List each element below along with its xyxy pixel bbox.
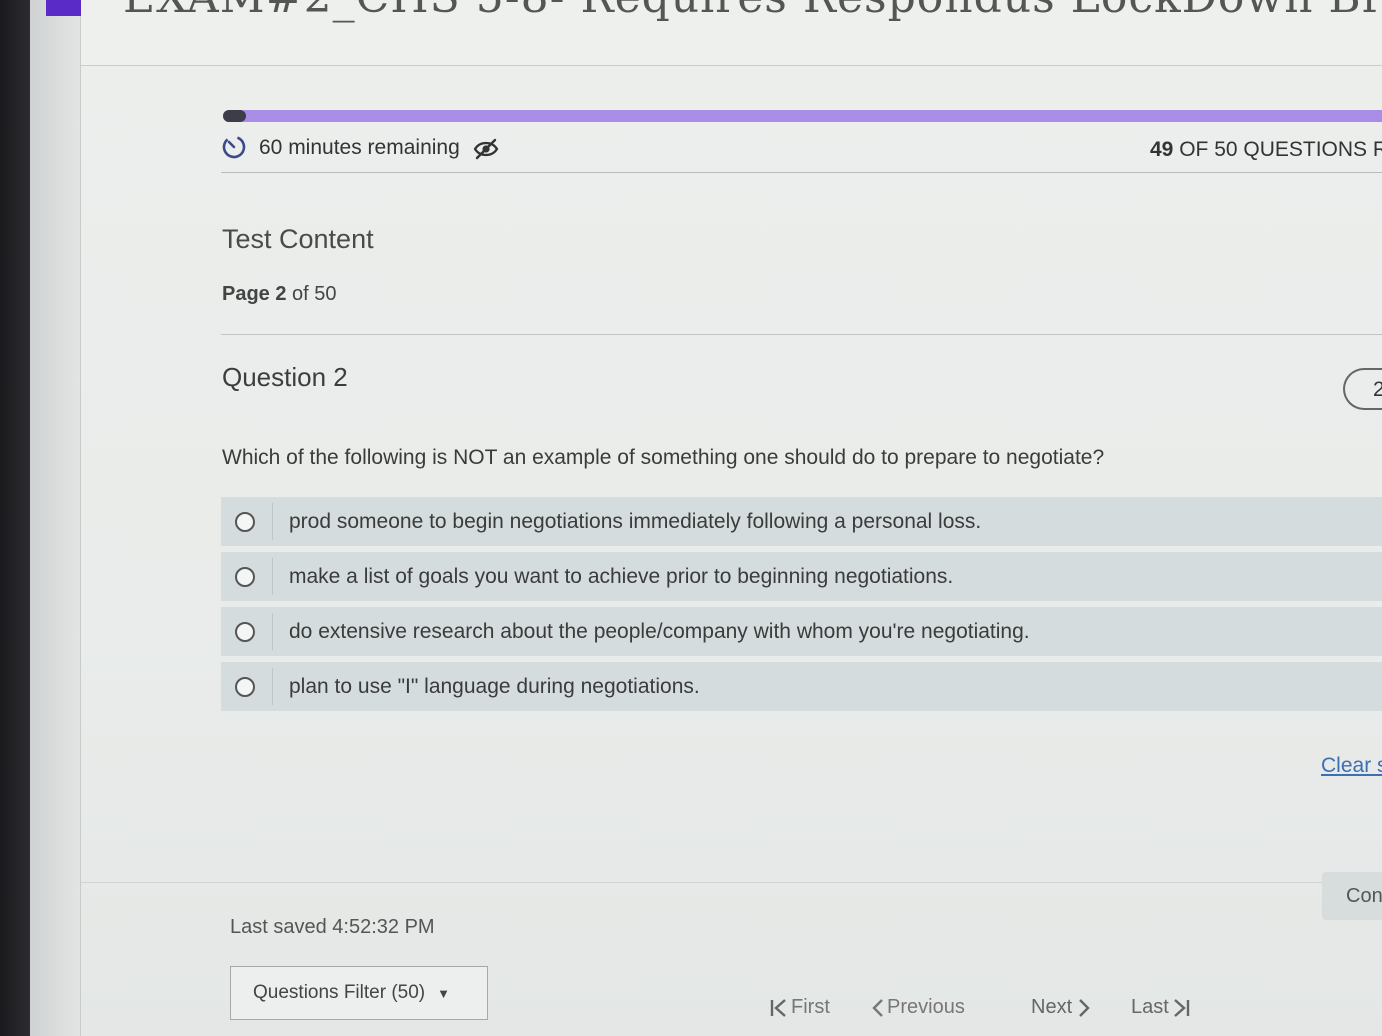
question-title: Question 2 xyxy=(222,362,348,392)
answer-label: make a list of goals you want to achieve… xyxy=(289,564,954,588)
radio-button[interactable] xyxy=(235,676,255,697)
separator xyxy=(272,503,273,540)
separator xyxy=(272,613,273,650)
answer-label: prod someone to begin negotiations immed… xyxy=(289,509,982,533)
answer-option-2[interactable]: make a list of goals you want to achieve… xyxy=(221,552,1382,601)
last-icon xyxy=(1174,998,1190,1017)
screen-bezel xyxy=(0,0,30,1036)
clear-selection-link[interactable]: Clear selection xyxy=(1321,754,1382,778)
radio-button[interactable] xyxy=(235,621,255,642)
answer-option-1[interactable]: prod someone to begin negotiations immed… xyxy=(221,497,1382,546)
questions-remaining-label: OF 50 QUESTIONS RE xyxy=(1173,138,1382,161)
continue-button[interactable]: Continue xyxy=(1322,872,1382,920)
last-page-button[interactable]: Last xyxy=(1131,996,1193,1019)
window-title-bar: EXAM#2_CHS 5-8- Requires Respondus LockD… xyxy=(81,0,1382,66)
caret-down-icon: ▼ xyxy=(437,985,450,1001)
previous-label: Previous xyxy=(887,996,965,1018)
page-indicator: Page 2 of 50 xyxy=(222,283,337,306)
chevron-right-icon xyxy=(1079,998,1090,1017)
points-badge: 2 xyxy=(1343,368,1382,410)
questions-filter-button[interactable]: Questions Filter (50) ▼ xyxy=(230,966,488,1020)
divider xyxy=(221,334,1382,335)
exam-page: EXAM#2_CHS 5-8- Requires Respondus LockD… xyxy=(81,0,1382,1036)
radio-button[interactable] xyxy=(235,511,255,532)
footer-divider xyxy=(81,882,1382,883)
answer-option-3[interactable]: do extensive research about the people/c… xyxy=(221,607,1382,656)
chevron-left-icon xyxy=(872,998,883,1017)
separator xyxy=(272,558,273,595)
next-label: Next xyxy=(1031,996,1073,1018)
radio-button[interactable] xyxy=(235,566,255,587)
window-title: EXAM#2_CHS 5-8- Requires Respondus LockD… xyxy=(123,0,1382,23)
last-label: Last xyxy=(1131,996,1169,1018)
answer-label: plan to use "I" language during negotiat… xyxy=(289,674,700,698)
hide-timer-icon[interactable] xyxy=(473,138,499,160)
exam-progress-bar xyxy=(223,110,1382,122)
section-title: Test Content xyxy=(222,224,374,254)
first-label: First xyxy=(791,996,830,1018)
timer-icon xyxy=(222,135,246,159)
page-current: 2 xyxy=(275,283,287,305)
questions-filter-label: Questions Filter (50) xyxy=(253,982,426,1003)
page-label: Page xyxy=(222,283,270,305)
separator xyxy=(272,668,273,705)
questions-remaining-count: 49 xyxy=(1150,138,1174,161)
answer-option-4[interactable]: plan to use "I" language during negotiat… xyxy=(221,662,1382,711)
last-saved-status: Last saved 4:52:32 PM xyxy=(230,916,435,938)
previous-page-button[interactable]: Previous xyxy=(869,996,965,1019)
first-page-button[interactable]: First xyxy=(769,996,830,1019)
exam-progress-fill xyxy=(223,110,247,122)
next-page-button[interactable]: Next xyxy=(1031,996,1094,1019)
questions-remaining: 49 OF 50 QUESTIONS RE xyxy=(1150,138,1382,162)
question-text: Which of the following is NOT an example… xyxy=(222,446,1105,469)
status-row: 60 minutes remaining 49 OF 50 QUESTIONS … xyxy=(221,128,1382,173)
page-total: of 50 xyxy=(286,283,337,305)
first-icon xyxy=(770,998,786,1017)
left-side-panel xyxy=(30,0,81,1036)
time-remaining: 60 minutes remaining xyxy=(259,136,460,159)
answer-label: do extensive research about the people/c… xyxy=(289,619,1030,643)
answer-list: prod someone to begin negotiations immed… xyxy=(221,497,1382,717)
